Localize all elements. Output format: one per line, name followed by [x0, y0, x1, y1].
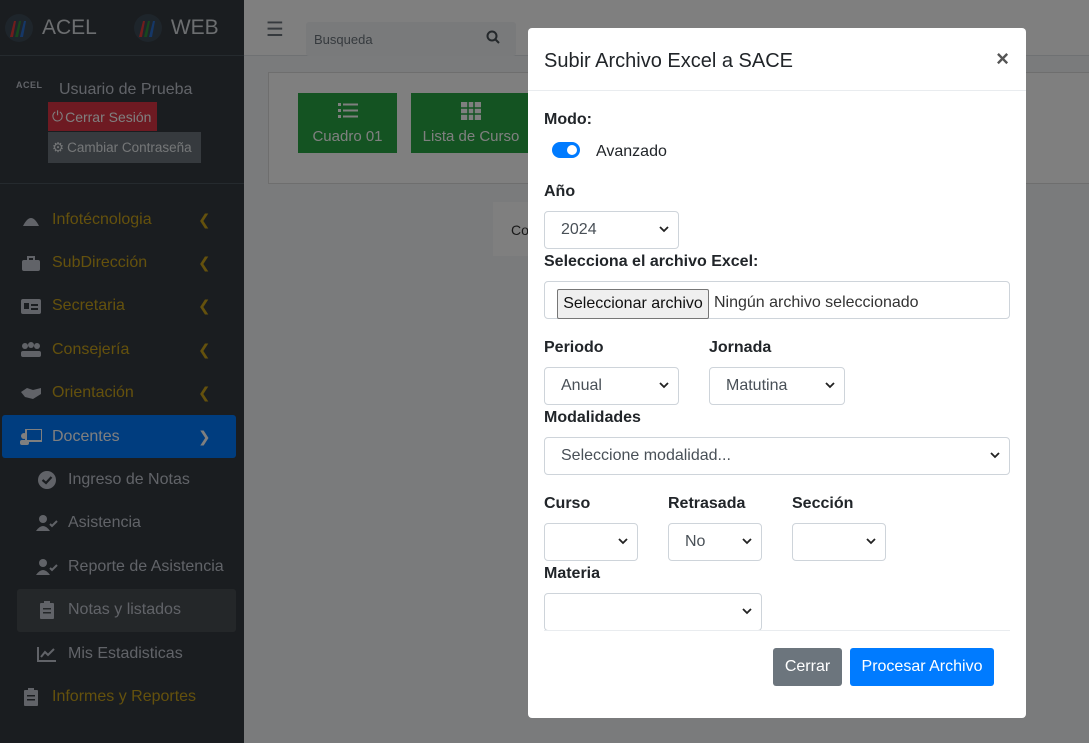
- modalities-label: Modalidades: [544, 409, 641, 426]
- course-label: Curso: [544, 495, 591, 512]
- delayed-label: Retrasada: [668, 495, 746, 512]
- period-label: Periodo: [544, 339, 604, 356]
- modal-footer-divider: [544, 630, 1010, 631]
- course-select[interactable]: [544, 523, 638, 561]
- chevron-down-icon: [742, 608, 752, 615]
- upload-excel-modal: Subir Archivo Excel a SACE × Modo: Avanz…: [528, 28, 1026, 718]
- file-input[interactable]: Seleccionar archivo Ningún archivo selec…: [544, 281, 1010, 319]
- close-icon[interactable]: ×: [996, 48, 1009, 70]
- chevron-down-icon: [990, 452, 1000, 459]
- cancel-button[interactable]: Cerrar: [773, 648, 842, 686]
- shift-select[interactable]: Matutina: [709, 367, 845, 405]
- chevron-down-icon: [866, 538, 876, 545]
- mode-label: Modo:: [544, 111, 592, 128]
- delayed-value: No: [685, 533, 706, 550]
- subject-label: Materia: [544, 565, 601, 582]
- chevron-down-icon: [742, 538, 752, 545]
- period-select[interactable]: Anual: [544, 367, 679, 405]
- section-label: Sección: [792, 495, 854, 512]
- shift-label: Jornada: [709, 339, 772, 356]
- chevron-down-icon: [659, 226, 669, 233]
- modal-title: Subir Archivo Excel a SACE: [544, 50, 793, 72]
- section-select[interactable]: [792, 523, 886, 561]
- modalities-value: Seleccione modalidad...: [561, 447, 731, 464]
- mode-value: Avanzado: [596, 143, 667, 160]
- delayed-select[interactable]: No: [668, 523, 762, 561]
- year-value: 2024: [561, 221, 597, 238]
- chevron-down-icon: [618, 538, 628, 545]
- year-select[interactable]: 2024: [544, 211, 679, 249]
- subject-select[interactable]: [544, 593, 762, 631]
- file-label: Selecciona el archivo Excel:: [544, 253, 759, 270]
- chevron-down-icon: [659, 382, 669, 389]
- modal-header: Subir Archivo Excel a SACE ×: [528, 28, 1026, 91]
- period-value: Anual: [561, 377, 602, 394]
- year-label: Año: [544, 183, 576, 200]
- process-file-button[interactable]: Procesar Archivo: [850, 648, 994, 686]
- chevron-down-icon: [825, 382, 835, 389]
- modalities-select[interactable]: Seleccione modalidad...: [544, 437, 1010, 475]
- file-status: Ningún archivo seleccionado: [714, 294, 919, 311]
- mode-toggle[interactable]: [552, 142, 580, 158]
- choose-file-button[interactable]: Seleccionar archivo: [557, 289, 709, 319]
- shift-value: Matutina: [726, 377, 788, 394]
